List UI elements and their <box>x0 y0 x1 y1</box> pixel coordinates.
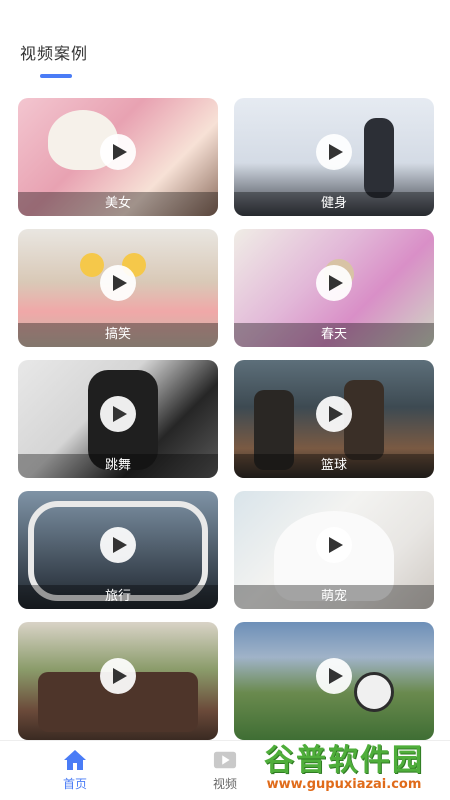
play-icon[interactable] <box>100 658 136 695</box>
tab-home[interactable]: 首页 <box>0 741 150 800</box>
video-card-2[interactable]: 健身 <box>234 98 434 216</box>
play-icon[interactable] <box>316 134 352 171</box>
video-card-label: 健身 <box>234 192 434 216</box>
video-card-label: 篮球 <box>234 454 434 478</box>
video-card-label: 萌宠 <box>234 585 434 609</box>
play-icon[interactable] <box>316 527 352 564</box>
video-card-label: 旅行 <box>18 585 218 609</box>
video-card-label: 搞笑 <box>18 323 218 347</box>
page-title: 视频案例 <box>20 44 89 63</box>
video-card-label: 美女 <box>18 192 218 216</box>
tab-video-label: 视频 <box>212 777 237 791</box>
video-card-4[interactable]: 春天 <box>234 229 434 347</box>
watermark-title: 谷普软件园 <box>264 742 424 778</box>
video-card-6[interactable]: 篮球 <box>234 360 434 478</box>
watermark-logo: 谷普软件园 www.gupuxiazai.com <box>244 734 444 792</box>
play-icon[interactable] <box>100 396 136 433</box>
play-icon[interactable] <box>100 527 136 564</box>
play-icon[interactable] <box>100 265 136 302</box>
video-card-10[interactable] <box>234 622 434 740</box>
tab-home-label: 首页 <box>62 777 87 791</box>
video-card-8[interactable]: 萌宠 <box>234 491 434 609</box>
video-card-9[interactable] <box>18 622 218 740</box>
play-icon[interactable] <box>100 134 136 171</box>
play-icon[interactable] <box>316 658 352 695</box>
play-icon[interactable] <box>316 265 352 302</box>
home-icon <box>63 749 87 771</box>
title-underline <box>40 74 72 78</box>
page-header: 视频案例 <box>20 40 88 78</box>
video-card-label: 春天 <box>234 323 434 347</box>
video-card-5[interactable]: 跳舞 <box>18 360 218 478</box>
video-card-label: 跳舞 <box>18 454 218 478</box>
video-icon <box>213 749 237 771</box>
play-icon[interactable] <box>316 396 352 433</box>
video-card-7[interactable]: 旅行 <box>18 491 218 609</box>
video-card-1[interactable]: 美女 <box>18 98 218 216</box>
video-grid: 美女 健身 搞笑 春天 跳舞 篮球 旅行 萌宠 <box>18 98 434 740</box>
watermark-url: www.gupuxiazai.com <box>266 776 422 792</box>
video-card-3[interactable]: 搞笑 <box>18 229 218 347</box>
